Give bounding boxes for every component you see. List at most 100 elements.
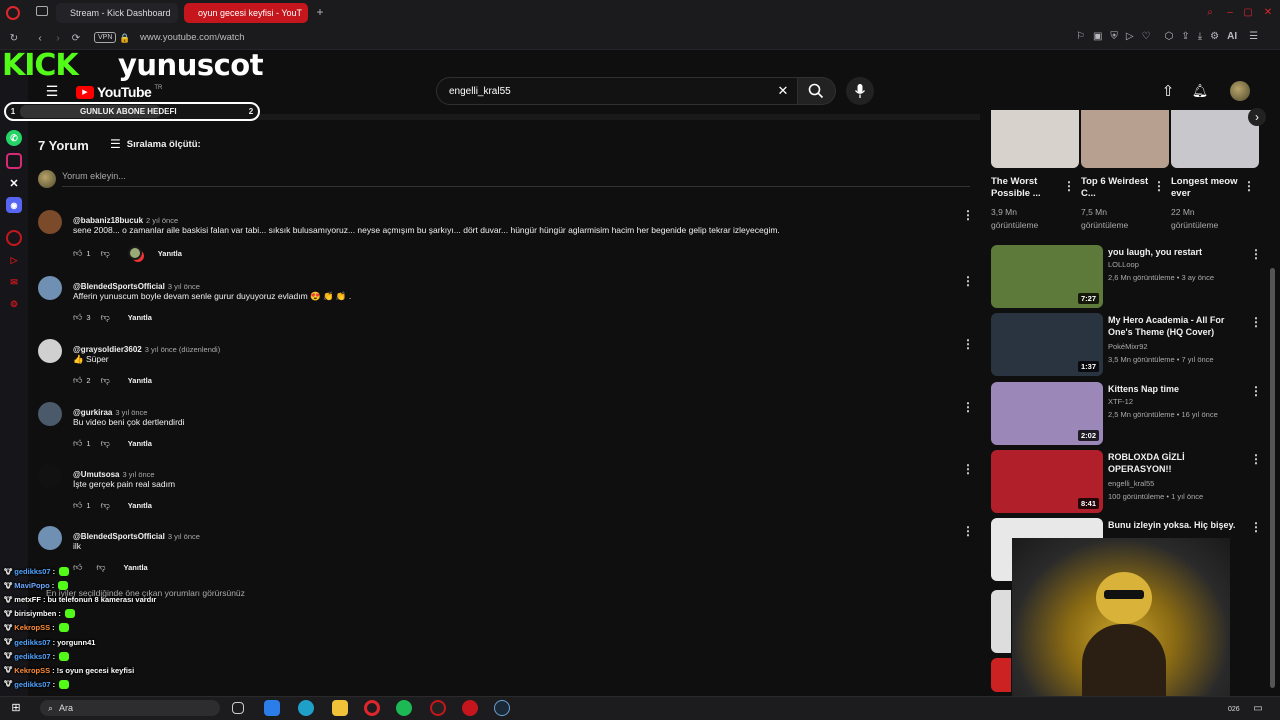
tab-overview-icon[interactable] bbox=[36, 6, 48, 16]
dislike-icon[interactable]: 👎︎ bbox=[101, 375, 110, 386]
short-title[interactable]: The Worst Possible ... bbox=[991, 176, 1059, 200]
comment-more-icon[interactable]: ⋮ bbox=[962, 463, 974, 475]
comment-time[interactable]: 3 yıl önce bbox=[168, 282, 200, 291]
download-icon[interactable]: ⤓ bbox=[1198, 31, 1202, 42]
tab-kick-dashboard[interactable]: Stream - Kick Dashboard bbox=[56, 3, 178, 23]
back-icon[interactable]: ‹ bbox=[34, 31, 46, 45]
spotify-icon[interactable] bbox=[396, 700, 412, 716]
comment-time[interactable]: 3 yıl önce bbox=[122, 470, 154, 479]
video-title[interactable]: Bunu izleyin yoksa. Hiç bişey. bbox=[1108, 519, 1248, 531]
clear-search-icon[interactable]: ✕ bbox=[776, 83, 790, 98]
commenter-avatar[interactable] bbox=[38, 402, 62, 426]
refresh-icon[interactable]: ⟳ bbox=[70, 31, 82, 45]
url-field[interactable]: www.youtube.com/watch bbox=[140, 32, 245, 43]
commenter-avatar[interactable] bbox=[38, 464, 62, 488]
new-tab-plus-icon[interactable]: + bbox=[314, 5, 326, 19]
easy-setup-icon[interactable]: ⚙ bbox=[1210, 31, 1219, 42]
short-thumbnail[interactable] bbox=[1171, 110, 1259, 168]
heart-icon[interactable]: ♡ bbox=[1142, 31, 1151, 42]
recorder-icon[interactable] bbox=[462, 700, 478, 716]
menu-icon[interactable]: ☰ bbox=[1249, 31, 1258, 42]
minimize-icon[interactable]: – bbox=[1224, 6, 1236, 18]
video-more-icon[interactable]: ⋮ bbox=[1250, 316, 1262, 328]
share-icon[interactable]: ⇪ bbox=[1181, 31, 1189, 42]
task-view-icon[interactable] bbox=[232, 702, 244, 714]
video-title[interactable]: ROBLOXDA GİZLİ OPERASYON!! ENGELLİ_KRAL5… bbox=[1108, 451, 1248, 475]
edge-icon[interactable] bbox=[298, 700, 314, 716]
notification-center-icon[interactable]: ▭ bbox=[1252, 702, 1264, 714]
reply-button[interactable]: Yanıtla bbox=[124, 563, 148, 572]
reply-button[interactable]: Yanıtla bbox=[158, 249, 182, 258]
like-icon[interactable]: 👍︎ bbox=[73, 312, 82, 323]
reload-icon[interactable]: ↻ bbox=[8, 31, 20, 45]
comment-author[interactable]: @BlendedSportsOfficial bbox=[73, 282, 165, 291]
aria-ai-button[interactable]: AI bbox=[1227, 31, 1237, 42]
account-avatar[interactable] bbox=[1230, 81, 1250, 101]
like-icon[interactable]: 👍︎ bbox=[73, 375, 82, 386]
short-thumbnail[interactable] bbox=[1081, 110, 1169, 168]
dislike-icon[interactable]: 👎︎ bbox=[101, 312, 110, 323]
comment-author[interactable]: @Umutsosa bbox=[73, 470, 119, 479]
add-comment-input[interactable]: Yorum ekleyin... bbox=[62, 171, 970, 187]
like-icon[interactable]: 👍︎ bbox=[73, 500, 82, 511]
video-thumbnail[interactable]: 8:41 bbox=[991, 450, 1103, 513]
opera-logo-icon[interactable] bbox=[6, 6, 20, 20]
comment-time[interactable]: 2 yıl önce bbox=[146, 216, 178, 225]
video-title[interactable]: you laugh, you restart bbox=[1108, 246, 1248, 258]
video-title[interactable]: My Hero Academia - All For One's Theme (… bbox=[1108, 314, 1248, 338]
whatsapp-icon[interactable]: ✆ bbox=[6, 130, 22, 146]
reply-button[interactable]: Yanıtla bbox=[128, 376, 152, 385]
video-thumbnail[interactable] bbox=[991, 590, 1011, 653]
shield-icon[interactable]: ⛨ bbox=[1110, 31, 1118, 42]
hamburger-menu-icon[interactable]: ☰ bbox=[44, 83, 60, 99]
video-more-icon[interactable]: ⋮ bbox=[1250, 453, 1262, 465]
extensions-icon[interactable]: ⬡ bbox=[1165, 31, 1174, 42]
video-channel[interactable]: LOLLoop bbox=[1108, 258, 1139, 271]
short-more-icon[interactable]: ⋮ bbox=[1243, 180, 1255, 192]
x-twitter-icon[interactable]: ✕ bbox=[6, 175, 22, 191]
maximize-icon[interactable]: ▢ bbox=[1242, 6, 1254, 18]
video-thumbnail[interactable]: 1:37 bbox=[991, 313, 1103, 376]
dislike-icon[interactable]: 👎︎ bbox=[101, 500, 110, 511]
video-channel[interactable]: PokéMixr92 bbox=[1108, 340, 1148, 353]
vpn-badge[interactable]: VPN bbox=[94, 32, 117, 43]
comment-time[interactable]: 3 yıl önce bbox=[115, 408, 147, 417]
copilot-icon[interactable] bbox=[264, 700, 280, 716]
video-more-icon[interactable]: ⋮ bbox=[1250, 385, 1262, 397]
video-channel[interactable]: XTF-12 bbox=[1108, 395, 1133, 408]
reply-button[interactable]: Yanıtla bbox=[128, 313, 152, 322]
forward-icon[interactable]: › bbox=[52, 31, 64, 45]
search-input[interactable]: engelli_kral55 bbox=[436, 77, 798, 105]
taskbar-search[interactable]: ⌕ Ara bbox=[40, 700, 220, 716]
short-title[interactable]: Top 6 Weirdest C... bbox=[1081, 176, 1149, 200]
windows-start-icon[interactable]: ⊞ bbox=[10, 701, 22, 714]
upload-icon[interactable]: ⇧ bbox=[1160, 83, 1176, 100]
comment-time[interactable]: 3 yıl önce (düzenlendi) bbox=[145, 345, 220, 354]
short-more-icon[interactable]: ⋮ bbox=[1153, 180, 1165, 192]
video-title[interactable]: Kittens Nap time bbox=[1108, 383, 1248, 395]
video-thumbnail[interactable]: 2:02 bbox=[991, 382, 1103, 445]
reply-button[interactable]: Yanıtla bbox=[128, 439, 152, 448]
video-thumbnail[interactable]: 7:27 bbox=[991, 245, 1103, 308]
search-tabs-icon[interactable]: ⌕ bbox=[1204, 6, 1216, 18]
snapshot-icon[interactable]: ▣ bbox=[1093, 31, 1102, 42]
steam-icon[interactable] bbox=[494, 700, 510, 716]
player-icon[interactable]: ▷ bbox=[1126, 31, 1134, 42]
like-icon[interactable]: 👍︎ bbox=[73, 438, 82, 449]
commenter-avatar[interactable] bbox=[38, 339, 62, 363]
dislike-icon[interactable]: 👎︎ bbox=[101, 248, 110, 259]
settings-icon[interactable]: ⚙ bbox=[6, 296, 22, 312]
comment-time[interactable]: 3 yıl önce bbox=[168, 532, 200, 541]
short-thumbnail[interactable] bbox=[991, 110, 1079, 168]
sort-button[interactable]: ☰ Sıralama ölçütü: bbox=[110, 137, 201, 151]
file-explorer-icon[interactable] bbox=[332, 700, 348, 716]
app-icon[interactable] bbox=[430, 700, 446, 716]
comment-author[interactable]: @gurkiraa bbox=[73, 408, 112, 417]
video-more-icon[interactable]: ⋮ bbox=[1250, 521, 1262, 533]
video-channel[interactable]: engelli_kral55 bbox=[1108, 477, 1154, 490]
discord-icon[interactable]: ◉ bbox=[6, 197, 22, 213]
comment-author[interactable]: @BlendedSportsOfficial bbox=[73, 532, 165, 541]
search-button[interactable] bbox=[798, 77, 836, 105]
youtube-logo[interactable]: ▶ YouTube TR bbox=[76, 84, 162, 100]
scrollbar-thumb[interactable] bbox=[1270, 268, 1275, 688]
